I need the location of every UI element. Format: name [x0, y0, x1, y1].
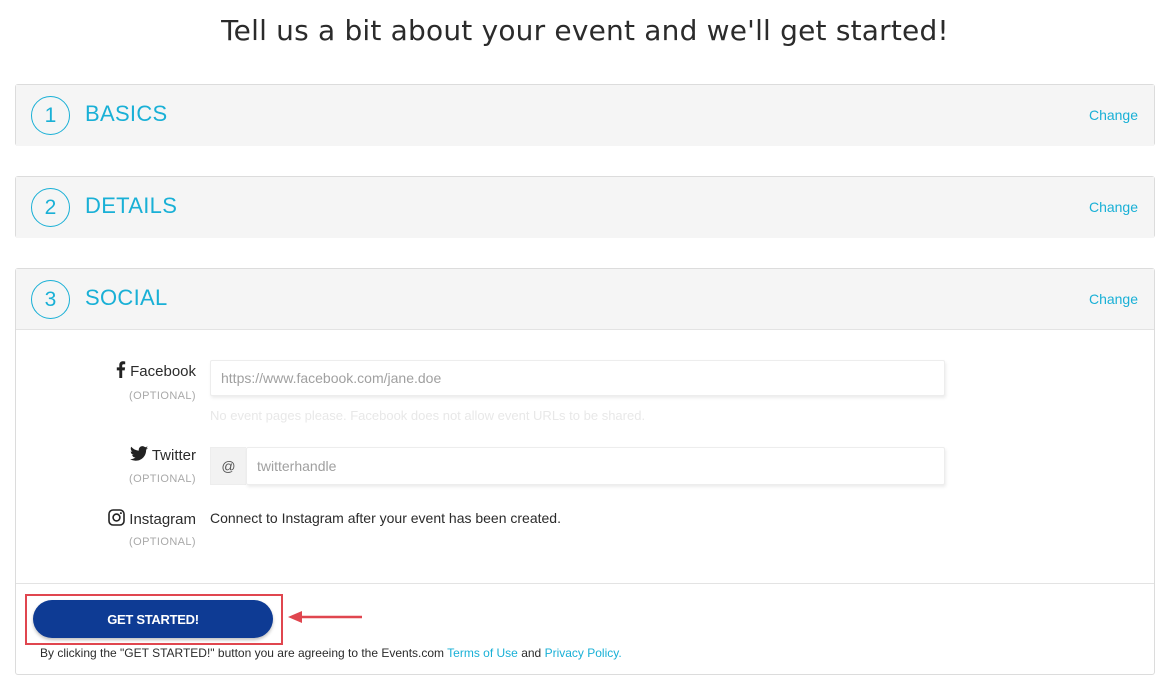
step-number-1: 1: [31, 96, 70, 135]
facebook-url-input[interactable]: [210, 360, 945, 396]
section-basics: 1 BASICS Change: [15, 84, 1155, 146]
instagram-label-text: Instagram: [129, 511, 196, 528]
instagram-label: Instagram: [108, 509, 196, 530]
section-details-header[interactable]: 2 DETAILS Change: [16, 177, 1154, 238]
legal-prefix: By clicking the "GET STARTED!" button yo…: [40, 646, 445, 660]
section-social-title: SOCIAL: [85, 285, 168, 310]
facebook-label: Facebook: [115, 361, 196, 382]
section-social: 3 SOCIAL Change Facebook (OPTIONAL) No e…: [15, 268, 1155, 675]
instagram-icon: [108, 509, 126, 530]
terms-of-use-link[interactable]: Terms of Use: [447, 646, 518, 660]
section-basics-header[interactable]: 1 BASICS Change: [16, 85, 1154, 146]
arrow-left-icon: [288, 609, 362, 629]
section-details-title: DETAILS: [85, 193, 178, 218]
section-basics-title: BASICS: [85, 101, 168, 126]
twitter-icon: [129, 446, 148, 465]
get-started-button[interactable]: GET STARTED!: [33, 600, 273, 638]
facebook-icon: [115, 361, 126, 382]
privacy-policy-link[interactable]: Privacy Policy.: [545, 646, 622, 660]
twitter-label: Twitter: [129, 446, 196, 465]
facebook-optional: (OPTIONAL): [129, 390, 196, 402]
change-details-link[interactable]: Change: [1089, 199, 1138, 215]
footer-divider: [16, 583, 1154, 584]
facebook-label-text: Facebook: [130, 363, 196, 380]
page-title: Tell us a bit about your event and we'll…: [221, 14, 949, 47]
step-number-2: 2: [31, 188, 70, 227]
step-number-3: 3: [31, 280, 70, 319]
facebook-help-text: No event pages please. Facebook does not…: [210, 408, 646, 423]
instagram-connect-text: Connect to Instagram after your event ha…: [210, 510, 561, 526]
twitter-label-text: Twitter: [151, 447, 196, 464]
instagram-optional: (OPTIONAL): [129, 536, 196, 548]
twitter-optional: (OPTIONAL): [129, 473, 196, 485]
section-details: 2 DETAILS Change: [15, 176, 1155, 238]
twitter-at-prefix: @: [210, 447, 246, 485]
legal-and: and: [521, 646, 542, 660]
legal-text: By clicking the "GET STARTED!" button yo…: [40, 646, 622, 660]
section-social-header[interactable]: 3 SOCIAL Change: [16, 269, 1154, 330]
twitter-handle-input[interactable]: [246, 447, 945, 485]
change-basics-link[interactable]: Change: [1089, 107, 1138, 123]
change-social-link[interactable]: Change: [1089, 291, 1138, 307]
